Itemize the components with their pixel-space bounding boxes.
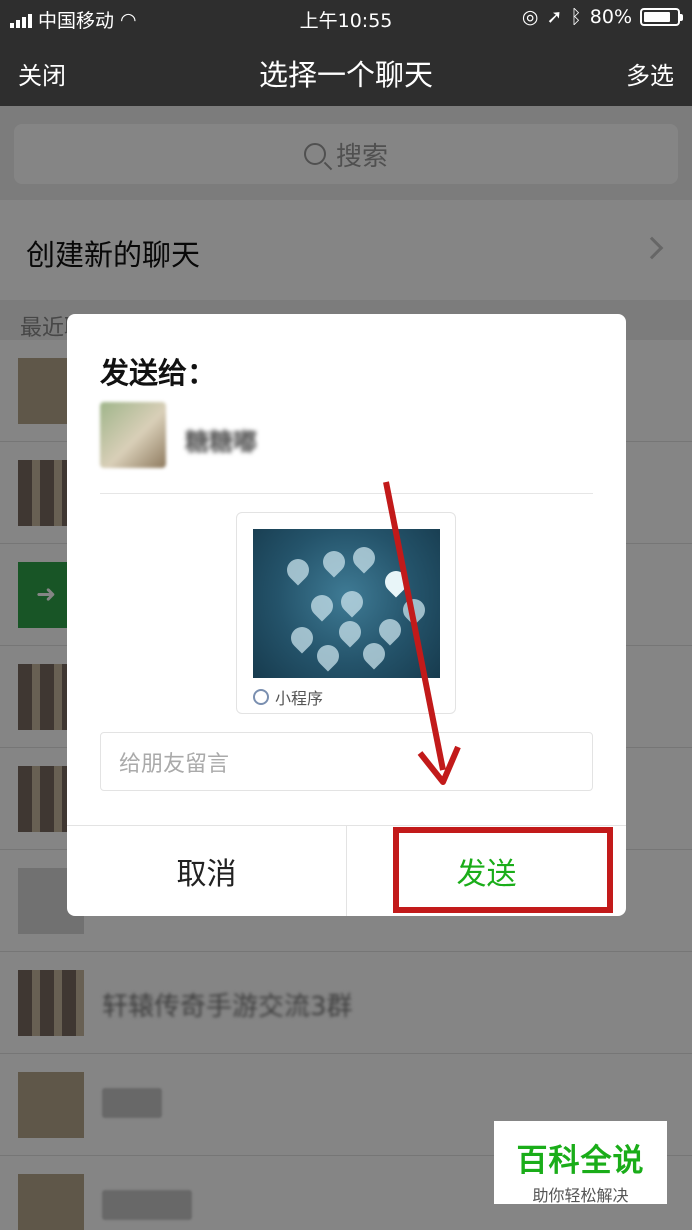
nav-bar: 关闭 选择一个聊天 多选 bbox=[0, 36, 692, 106]
mini-program-icon bbox=[253, 689, 269, 705]
battery-percent: 80% bbox=[589, 6, 632, 28]
rotation-lock-icon: ◎ bbox=[521, 6, 539, 28]
divider bbox=[100, 493, 593, 494]
watermark-title: 百科全说 bbox=[516, 1143, 645, 1179]
send-dialog: 发送给： 糖糖嘟 小程序 给朋友留言 取消 发送 bbox=[67, 314, 626, 916]
send-button-highlight-box bbox=[393, 827, 613, 913]
mini-program-thumbnail bbox=[253, 529, 440, 678]
multi-select-button[interactable]: 多选 bbox=[626, 56, 674, 91]
mini-program-card: 小程序 bbox=[236, 512, 456, 714]
watermark-subtitle: 助你轻松解决 bbox=[532, 1186, 629, 1205]
recipient-avatar bbox=[100, 402, 166, 468]
mini-program-label: 小程序 bbox=[275, 689, 324, 708]
message-placeholder: 给朋友留言 bbox=[119, 751, 230, 777]
battery-icon bbox=[640, 8, 683, 26]
bluetooth-icon: ᛒ bbox=[570, 6, 582, 28]
send-to-label: 发送给： bbox=[100, 356, 217, 390]
status-bar: 中国移动 ◠ 上午10:55 ◎ ➚ ᛒ 80% bbox=[0, 0, 692, 36]
message-input[interactable]: 给朋友留言 bbox=[100, 732, 593, 791]
location-icon: ➚ bbox=[546, 6, 563, 28]
page-title: 选择一个聊天 bbox=[258, 58, 433, 92]
recipient-name: 糖糖嘟 bbox=[185, 428, 257, 456]
cancel-button[interactable]: 取消 bbox=[67, 826, 347, 916]
watermark-logo: 百科全说 助你轻松解决 bbox=[494, 1121, 667, 1205]
